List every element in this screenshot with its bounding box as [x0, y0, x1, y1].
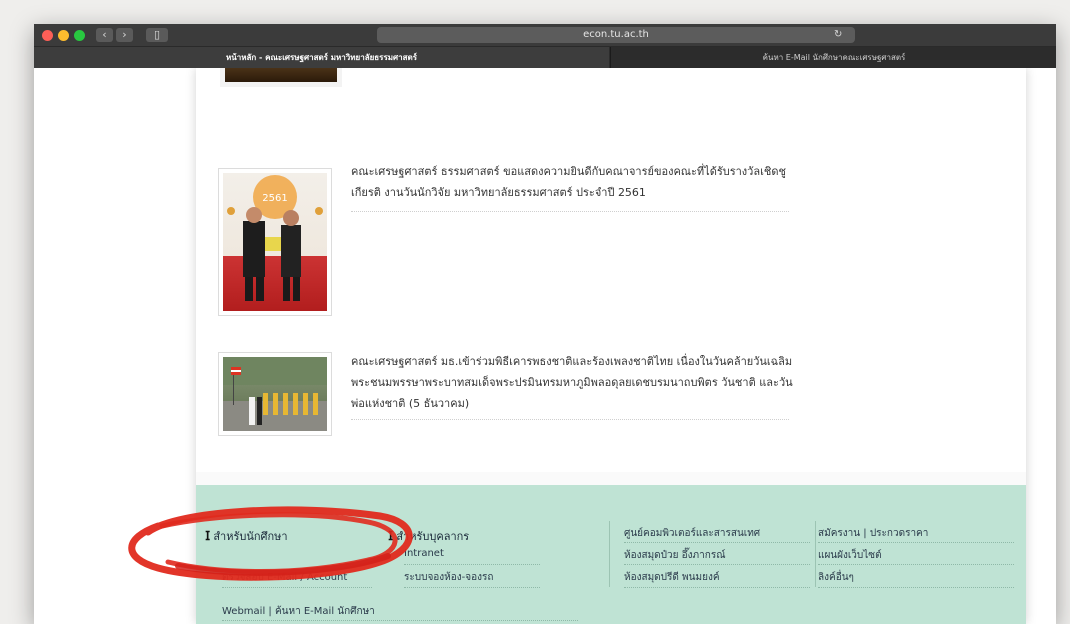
footer-divider [222, 587, 372, 588]
footer-divider [818, 564, 1014, 565]
svg-text:2561: 2561 [262, 193, 287, 204]
footer-link-other[interactable]: ลิงค์อื่นๆ [818, 570, 854, 585]
close-window-button[interactable] [42, 30, 53, 41]
news-title-1[interactable]: คณะเศรษฐศาสตร์ ธรรมศาสตร์ ขอแสดงความยินด… [351, 161, 811, 203]
news-thumbnail-partial[interactable] [220, 68, 342, 87]
reload-icon[interactable]: ↻ [834, 27, 842, 43]
tab-home[interactable]: หน้าหลัก - คณะเศรษฐศาสตร์ มหาวิทยาลัยธรร… [34, 47, 609, 68]
news-thumbnail[interactable] [218, 352, 332, 436]
back-chevron-icon[interactable]: ‹ [96, 28, 113, 42]
footer-divider [624, 542, 810, 543]
footer-spacer [196, 472, 1026, 485]
footer-divider [818, 587, 1014, 588]
forward-chevron-icon[interactable]: › [116, 28, 133, 42]
footer-divider [404, 587, 540, 588]
news-thumbnail[interactable]: 2561 [218, 168, 332, 316]
sidebar-toggle-icon[interactable]: ▯ [146, 28, 168, 42]
news-title-2[interactable]: คณะเศรษฐศาสตร์ มธ.เข้าร่วมพิธีเคารพธงชาต… [351, 351, 821, 414]
zoom-window-button[interactable] [74, 30, 85, 41]
footer-column-divider [815, 521, 816, 587]
footer-link-computer-center[interactable]: ศูนย์คอมพิวเตอร์และสารสนเทศ [624, 526, 760, 541]
footer-divider [222, 620, 578, 621]
footer-link-jobs-bids[interactable]: สมัครงาน | ประกวดราคา [818, 526, 928, 541]
news-divider [351, 211, 789, 212]
footer-link-webmail[interactable]: Webmail | ค้นหา E-Mail นักศึกษา [222, 604, 375, 619]
footer-column-divider [609, 521, 610, 587]
minimize-window-button[interactable] [58, 30, 69, 41]
address-bar[interactable]: econ.tu.ac.th [377, 27, 855, 43]
title-bar: ‹ › ▯ econ.tu.ac.th ↻ [34, 24, 1056, 47]
news-divider [351, 419, 789, 420]
award-photo: 2561 [227, 175, 323, 301]
footer-divider [624, 564, 810, 565]
footer-link-pridi-library[interactable]: ห้องสมุดปรีดี พนมยงค์ [624, 570, 720, 585]
footer-link-sitemap[interactable]: แผนผังเว็บไซต์ [818, 548, 882, 563]
footer-divider [404, 564, 540, 565]
red-scribble-highlight [128, 506, 413, 581]
footer-divider [624, 587, 810, 588]
ceremony-photo [223, 357, 327, 431]
footer-divider [818, 542, 1014, 543]
tab-bar: หน้าหลัก - คณะเศรษฐศาสตร์ มหาวิทยาลัยธรร… [34, 47, 1056, 68]
footer-link-puey-library[interactable]: ห้องสมุดป๋วย อึ๊งภากรณ์ [624, 548, 725, 563]
tab-email-search[interactable]: ค้นหา E-Mail นักศึกษาคณะเศรษฐศาสตร์ [610, 47, 1056, 68]
